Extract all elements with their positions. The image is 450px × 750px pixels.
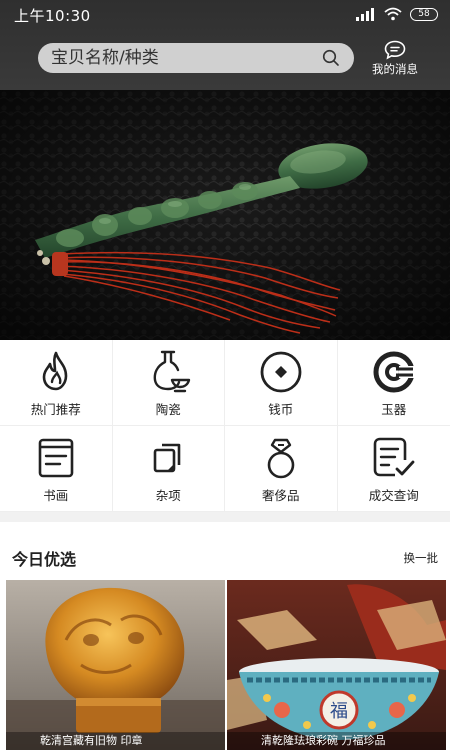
document-icon bbox=[38, 438, 74, 478]
vase-icon bbox=[153, 350, 191, 393]
bowl-product-image: 福 bbox=[227, 580, 446, 750]
header-bar: 上午10:30 58 宝贝名称/种类 我的消息 bbox=[0, 0, 450, 90]
product-card[interactable]: 福 清乾隆珐琅彩碗 万福珍品 bbox=[227, 580, 446, 750]
category-misc[interactable]: 杂项 bbox=[112, 426, 225, 512]
category-label: 奢侈品 bbox=[261, 488, 300, 503]
banner-image[interactable] bbox=[0, 90, 450, 340]
category-label: 钱币 bbox=[268, 402, 294, 417]
search-bar[interactable] bbox=[38, 43, 354, 73]
checklist-icon bbox=[373, 437, 415, 477]
category-label: 成交查询 bbox=[368, 488, 419, 503]
category-luxury[interactable]: 奢侈品 bbox=[225, 426, 338, 512]
category-label: 热门推荐 bbox=[30, 402, 81, 417]
ring-icon bbox=[267, 438, 295, 479]
category-label: 玉器 bbox=[381, 402, 407, 417]
category-label: 书画 bbox=[43, 488, 69, 503]
product-card[interactable]: 乾清宫藏有旧物 印章 bbox=[6, 580, 225, 750]
status-bar: 上午10:30 58 bbox=[0, 0, 450, 30]
messages-button[interactable]: 我的消息 bbox=[364, 40, 426, 80]
status-time: 上午10:30 bbox=[14, 7, 91, 25]
copy-icon bbox=[153, 443, 181, 473]
status-icons: 58 bbox=[356, 7, 438, 21]
signal-icon bbox=[356, 7, 376, 21]
search-input[interactable] bbox=[51, 48, 321, 68]
section-divider bbox=[0, 512, 450, 522]
app-screen: 上午10:30 58 宝贝名称/种类 我的消息 热门推荐 陶瓷 钱币 玉器 书画… bbox=[0, 0, 450, 750]
product-caption: 清乾隆珐琅彩碗 万福珍品 bbox=[227, 732, 446, 750]
today-picks: 乾清宫藏有旧物 印章 福 清乾隆珐琅彩碗 万福珍品 bbox=[0, 580, 450, 750]
category-hot[interactable]: 热门推荐 bbox=[0, 340, 113, 426]
jade-ruyi-image bbox=[0, 90, 450, 340]
flame-icon bbox=[42, 351, 68, 391]
product-caption: 乾清宫藏有旧物 印章 bbox=[6, 732, 225, 750]
category-ceramics[interactable]: 陶瓷 bbox=[112, 340, 225, 426]
jade-icon bbox=[373, 351, 417, 393]
coin-icon bbox=[260, 351, 302, 393]
category-coins[interactable]: 钱币 bbox=[225, 340, 338, 426]
battery-indicator: 58 bbox=[410, 7, 438, 21]
refresh-button[interactable]: 换一批 bbox=[404, 550, 439, 566]
search-icon[interactable] bbox=[322, 49, 340, 67]
category-transactions[interactable]: 成交查询 bbox=[337, 426, 450, 512]
today-header: 今日优选 换一批 bbox=[0, 522, 450, 580]
category-painting[interactable]: 书画 bbox=[0, 426, 113, 512]
wifi-icon bbox=[384, 7, 402, 21]
category-jade[interactable]: 玉器 bbox=[337, 340, 450, 426]
chat-bubble-icon bbox=[384, 40, 406, 60]
messages-label: 我的消息 bbox=[372, 62, 418, 76]
category-label: 杂项 bbox=[155, 488, 181, 503]
category-grid: 热门推荐 陶瓷 钱币 玉器 书画 杂项 奢侈品 成交查询 bbox=[0, 340, 450, 512]
category-label: 陶瓷 bbox=[155, 402, 181, 417]
svg-text:福: 福 bbox=[330, 701, 348, 722]
section-title: 今日优选 bbox=[12, 550, 77, 569]
seal-product-image bbox=[6, 580, 225, 750]
